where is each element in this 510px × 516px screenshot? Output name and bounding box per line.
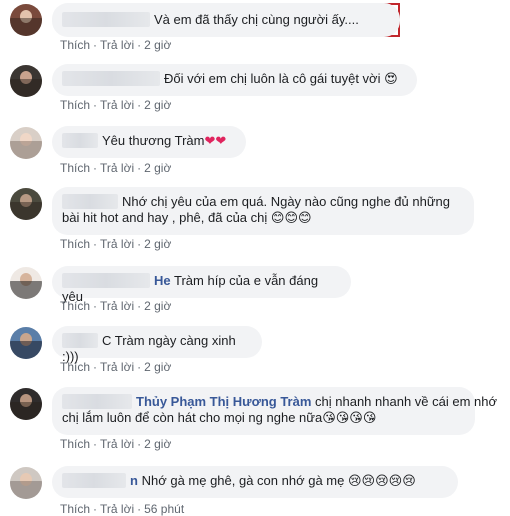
blurred-name: [62, 333, 98, 348]
commenter-name[interactable]: He: [154, 273, 171, 288]
avatar[interactable]: [10, 65, 42, 97]
comment-time[interactable]: 2 giờ: [144, 98, 171, 112]
comment-actions: Thích · Trả lời · 2 giờ: [60, 38, 172, 52]
like-link[interactable]: Thích: [60, 237, 90, 251]
comment-time[interactable]: 56 phút: [144, 502, 184, 516]
reply-link[interactable]: Trả lời: [100, 502, 134, 516]
blurred-name: [62, 394, 132, 409]
blurred-name: [62, 273, 150, 288]
like-link[interactable]: Thích: [60, 360, 90, 374]
comment-time[interactable]: 2 giờ: [144, 237, 171, 251]
blurred-name: [62, 194, 118, 209]
commenter-name[interactable]: n: [130, 473, 138, 488]
comment-actions: Thích · Trả lời · 2 giờ: [60, 161, 172, 175]
comment-text-line2: bài hit hot and hay , phê, đã của chị: [62, 210, 268, 225]
comment-text-line2: chị lắm luôn để còn hát cho mọi ng nghe …: [62, 410, 323, 425]
like-link[interactable]: Thích: [60, 98, 90, 112]
blurred-name: [62, 71, 160, 86]
comment-text: Yêu thương Tràm: [102, 133, 205, 148]
comment-text-line1: chị nhanh nhanh về cái em nhớ: [315, 394, 498, 409]
comment-actions: Thích · Trả lời · 2 giờ: [60, 437, 172, 451]
reply-link[interactable]: Trả lời: [100, 360, 134, 374]
comment-time[interactable]: 2 giờ: [144, 360, 171, 374]
like-link[interactable]: Thích: [60, 161, 90, 175]
avatar[interactable]: [10, 467, 42, 499]
crying-emoji: 😢😢😢😢😢: [348, 474, 416, 489]
comment-time[interactable]: 2 giờ: [144, 437, 171, 451]
avatar[interactable]: [10, 127, 42, 159]
like-link[interactable]: Thích: [60, 299, 90, 313]
comment-bubble: He Tràm híp của e vẫn đáng yêu: [52, 266, 351, 304]
avatar[interactable]: [10, 4, 42, 36]
comment-bubble: Thủy Phạm Thị Hương Tràm chị nhanh nhanh…: [52, 387, 497, 435]
avatar[interactable]: [10, 327, 42, 359]
comment-bubble: Nhớ chị yêu của em quá. Ngày nào cũng ng…: [52, 187, 474, 235]
kiss-emoji: 😘😘😘😘: [322, 411, 377, 426]
like-link[interactable]: Thích: [60, 437, 90, 451]
comment-bubble: Và em đã thấy chị cùng người ấy....: [52, 3, 400, 37]
commenter-name[interactable]: Thủy Phạm Thị Hương Tràm: [136, 394, 311, 409]
comment-text: Đối với em chị luôn là cô gái tuyệt vời: [164, 71, 381, 86]
heart-eyes-emoji: 😍: [384, 72, 398, 87]
blurred-name: [62, 12, 150, 27]
smile-emoji: 😊😊😊: [270, 211, 312, 226]
comment-bubble: Yêu thương Tràm❤❤: [52, 126, 246, 158]
comment-bubble: Đối với em chị luôn là cô gái tuyệt vời …: [52, 64, 417, 96]
comment-text: Và em đã thấy chị cùng người ấy....: [154, 12, 359, 27]
comment-actions: Thích · Trả lời · 2 giờ: [60, 98, 172, 112]
blurred-name: [62, 473, 126, 488]
comment-actions: Thích · Trả lời · 2 giờ: [60, 299, 172, 313]
avatar[interactable]: [10, 267, 42, 299]
comment-time[interactable]: 2 giờ: [144, 161, 171, 175]
reply-link[interactable]: Trả lời: [100, 161, 134, 175]
comment-actions: Thích · Trả lời · 2 giờ: [60, 360, 172, 374]
comment-actions: Thích · Trả lời · 2 giờ: [60, 237, 172, 251]
reply-link[interactable]: Trả lời: [100, 299, 134, 313]
blurred-name: [62, 133, 98, 148]
avatar[interactable]: [10, 388, 42, 420]
comment-time[interactable]: 2 giờ: [144, 299, 171, 313]
reply-link[interactable]: Trả lời: [100, 38, 134, 52]
comment-time[interactable]: 2 giờ: [144, 38, 171, 52]
reply-link[interactable]: Trả lời: [100, 98, 134, 112]
reply-link[interactable]: Trả lời: [100, 237, 134, 251]
comment-text-line1: Nhớ chị yêu của em quá. Ngày nào cũng ng…: [122, 194, 451, 209]
like-link[interactable]: Thích: [60, 502, 90, 516]
comment-actions: Thích · Trả lời · 56 phút: [60, 502, 185, 516]
reply-link[interactable]: Trả lời: [100, 437, 134, 451]
avatar[interactable]: [10, 188, 42, 220]
heart-emoji: ❤❤: [204, 134, 227, 149]
comment-text: Nhớ gà mẹ ghê, gà con nhớ gà mẹ: [141, 473, 345, 488]
like-link[interactable]: Thích: [60, 38, 90, 52]
comment-bubble: C Tràm ngày càng xinh :))): [52, 326, 262, 364]
comment-bubble: n Nhớ gà mẹ ghê, gà con nhớ gà mẹ 😢😢😢😢😢: [52, 466, 458, 498]
